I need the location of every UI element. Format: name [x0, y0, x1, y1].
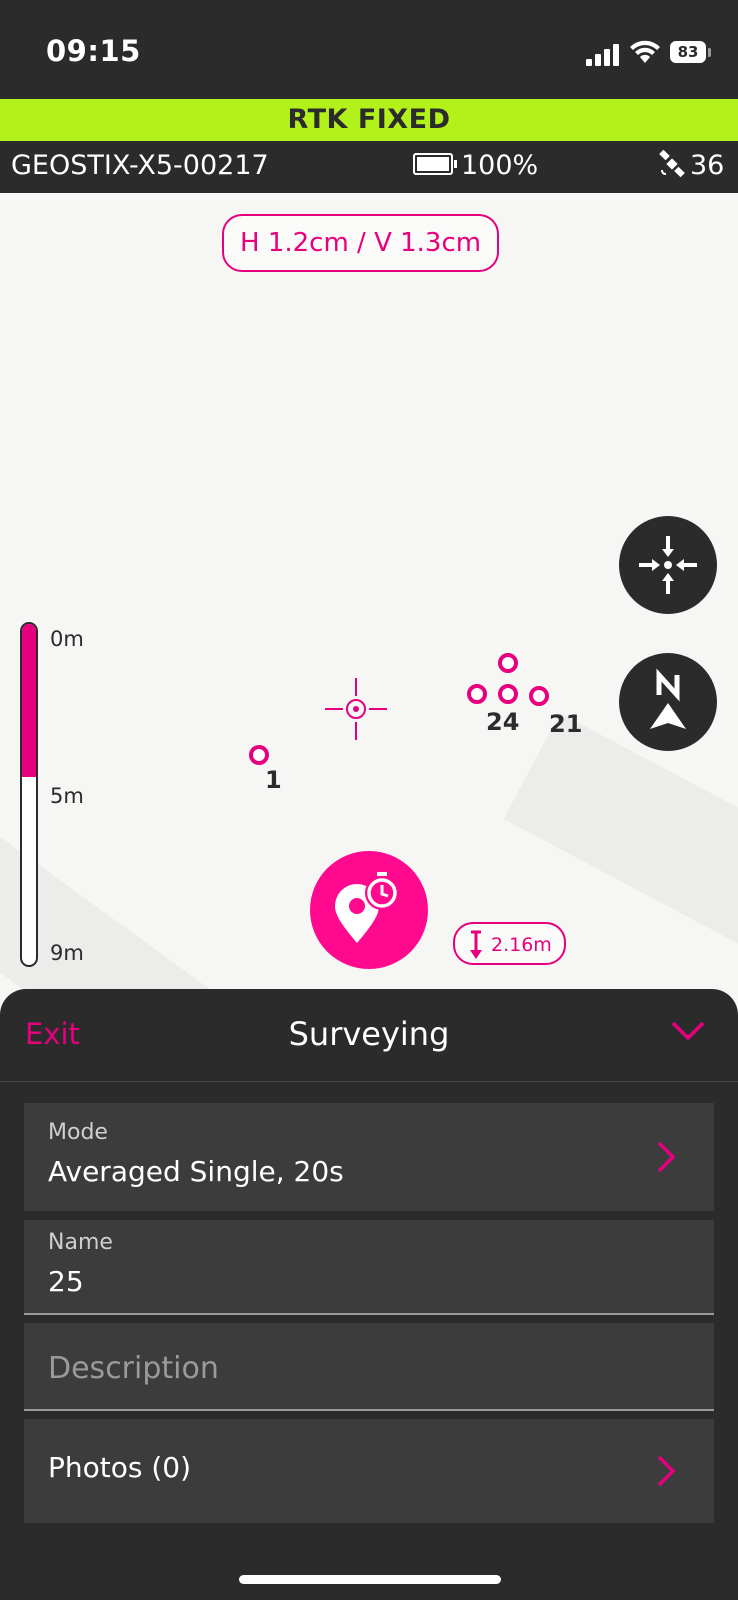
device-name: GEOSTIX-X5-00217 [11, 150, 269, 181]
antenna-height-badge[interactable]: 2.16m [453, 922, 566, 965]
home-indicator[interactable] [239, 1575, 501, 1584]
photos-row[interactable]: Photos (0) [24, 1419, 714, 1523]
accuracy-badge: H 1.2cm / V 1.3cm [222, 214, 500, 272]
satellite-count-value: 36 [690, 150, 725, 181]
crosshair-icon [325, 678, 387, 740]
record-point-timer-icon [335, 872, 399, 943]
survey-point[interactable] [249, 745, 269, 765]
wifi-icon [630, 40, 660, 63]
depth-scale-fill [22, 624, 36, 778]
antenna-height-value: 2.16m [491, 934, 552, 956]
satellite-count: 36 [658, 149, 725, 181]
mode-label: Mode [48, 1120, 108, 1145]
north-button[interactable] [619, 653, 717, 751]
point-label: 1 [265, 766, 282, 794]
photos-label: Photos (0) [48, 1451, 192, 1484]
depth-scale [20, 622, 38, 967]
description-field[interactable]: Description [24, 1323, 714, 1411]
clock: 09:15 [46, 34, 141, 68]
sheet-header: Exit Surveying [0, 989, 738, 1082]
recenter-button[interactable] [619, 516, 717, 614]
point-label: 21 [549, 710, 583, 738]
depth-label-top: 0m [50, 627, 84, 651]
name-value: 25 [48, 1265, 84, 1298]
rtk-status-banner: RTK FIXED [0, 99, 738, 141]
chevron-right-icon [657, 1455, 676, 1487]
satellite-icon [659, 149, 685, 177]
height-arrow-icon [470, 930, 482, 959]
mode-selector[interactable]: Mode Averaged Single, 20s [24, 1103, 714, 1211]
name-label: Name [48, 1230, 113, 1255]
chevron-right-icon [657, 1141, 676, 1173]
survey-sheet: Exit Surveying Mode Averaged Single, 20s… [0, 989, 738, 1600]
name-field[interactable]: Name 25 [24, 1220, 714, 1315]
mode-value: Averaged Single, 20s [48, 1155, 344, 1188]
device-battery-value: 100% [461, 150, 539, 181]
survey-point[interactable] [498, 653, 518, 673]
chevron-down-icon[interactable] [671, 1020, 705, 1042]
north-arrow-icon [650, 668, 686, 729]
device-bar[interactable]: GEOSTIX-X5-00217 100% 36 [0, 141, 738, 193]
phone-battery-level: 83 [670, 41, 706, 63]
recenter-icon [639, 536, 697, 594]
description-placeholder: Description [48, 1351, 219, 1386]
record-point-button[interactable] [310, 851, 428, 969]
depth-label-middle: 5m [50, 784, 84, 808]
sheet-title: Surveying [288, 1015, 450, 1053]
signal-icon [586, 44, 619, 66]
battery-icon: 83 [670, 41, 712, 65]
point-label: 24 [486, 708, 520, 736]
survey-point[interactable] [529, 686, 549, 706]
survey-point[interactable] [498, 684, 518, 704]
device-battery: 100% [413, 150, 538, 181]
survey-point[interactable] [467, 684, 487, 704]
battery-icon [413, 152, 457, 175]
status-bar: 09:15 83 [0, 0, 738, 99]
map-road [0, 793, 280, 993]
depth-label-bottom: 9m [50, 941, 84, 965]
